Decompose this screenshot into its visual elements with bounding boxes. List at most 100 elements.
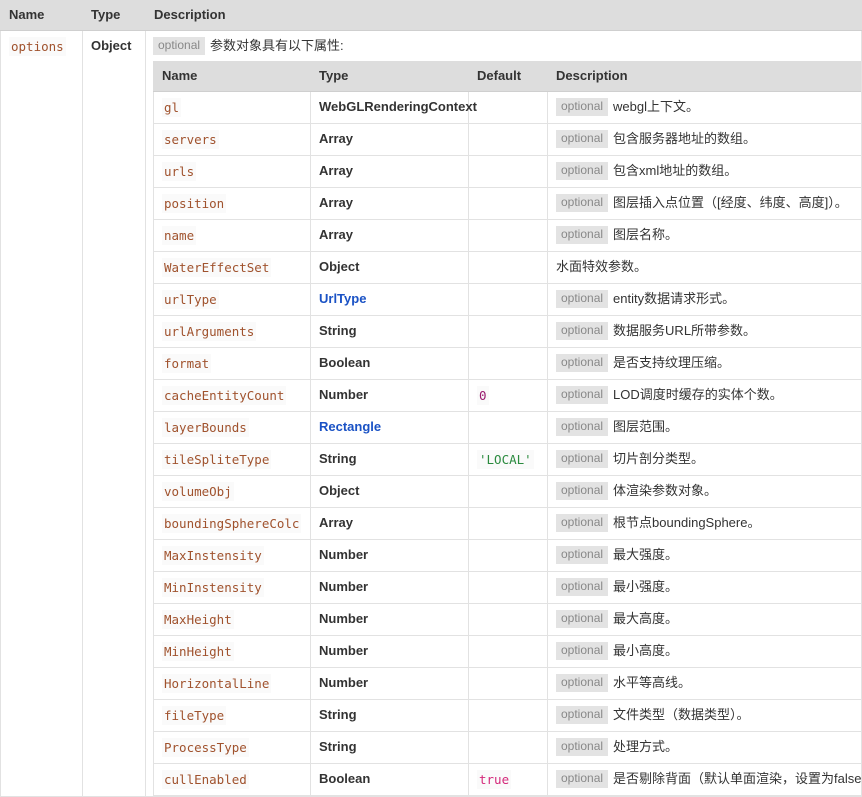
optional-badge: optional (556, 130, 608, 148)
property-type-cell: String (311, 700, 469, 732)
property-description: 是否支持纹理压缩。 (613, 355, 730, 370)
optional-badge: optional (556, 546, 608, 564)
property-name-cell: MaxInstensity (154, 540, 311, 572)
outer-param-type-cell: Object (83, 31, 146, 797)
property-description-cell: optional图层插入点位置（[经度、纬度、高度]）。 (548, 188, 862, 220)
property-type: Object (319, 259, 359, 274)
outer-param-name-cell: options (1, 31, 83, 797)
property-name: ProcessType (162, 738, 249, 757)
table-row: position Array optional图层插入点位置（[经度、纬度、高度]）… (154, 188, 862, 220)
table-row: serversArrayoptional包含服务器地址的数组。 (154, 124, 862, 156)
property-description: 是否剔除背面（默认单面渲染，设置为false则为双面渲染）。 (613, 771, 862, 786)
property-description-cell: optional包含服务器地址的数组。 (548, 124, 862, 156)
table-row: volumeObjObjectoptional体渲染参数对象。 (154, 476, 862, 508)
property-description-cell: optional根节点boundingSphere。 (548, 508, 862, 540)
property-default-cell (469, 700, 548, 732)
property-name: fileType (162, 706, 226, 725)
property-name-cell: volumeObj (154, 476, 311, 508)
property-type: Boolean (319, 355, 370, 370)
property-description: 水面特效参数。 (556, 259, 647, 274)
property-type-cell: String (311, 316, 469, 348)
param-name: options (9, 37, 66, 56)
property-name: tileSpliteType (162, 450, 271, 469)
property-name-cell: MaxHeight (154, 604, 311, 636)
optional-badge: optional (153, 37, 205, 55)
table-row: MinHeight Number optional 最小高度。 (154, 636, 862, 668)
property-name-cell: format (154, 348, 311, 380)
optional-badge: optional (556, 578, 608, 596)
optional-badge: optional (556, 98, 608, 116)
property-type-cell: Number (311, 604, 469, 636)
property-default-cell (469, 284, 548, 316)
property-type-cell: Array (311, 188, 469, 220)
property-description: 最小高度。 (613, 643, 678, 658)
property-description: entity数据请求形式。 (613, 291, 735, 306)
outer-param-description-cell: optional参数对象具有以下属性: Name Type Default De… (146, 31, 862, 797)
property-type-cell: Array (311, 124, 469, 156)
inner-column-header-default: Default (469, 62, 548, 92)
property-name: HorizontalLine (162, 674, 271, 693)
optional-badge: optional (556, 642, 608, 660)
property-description-cell: optional 最小强度。 (548, 572, 862, 604)
property-description-cell: optional数据服务URL所带参数。 (548, 316, 862, 348)
property-type-cell: UrlType (311, 284, 469, 316)
optional-badge: optional (556, 322, 608, 340)
optional-badge: optional (556, 770, 608, 788)
property-name-cell: MinHeight (154, 636, 311, 668)
property-type: String (319, 451, 357, 466)
outer-column-header-description: Description (146, 1, 862, 31)
optional-badge: optional (556, 450, 608, 468)
inner-header-row: Name Type Default Description (154, 62, 862, 92)
table-row: MinInstensity Number optional 最小强度。 (154, 572, 862, 604)
table-row: cullEnabledBooleantrueoptional是否剔除背面（默认单… (154, 764, 862, 796)
optional-badge: optional (556, 290, 608, 308)
inner-column-header-name: Name (154, 62, 311, 92)
property-default-cell: 0 (469, 380, 548, 412)
property-type: Number (319, 643, 368, 658)
property-type-cell: Number (311, 668, 469, 700)
table-row: WaterEffectSetObject水面特效参数。 (154, 252, 862, 284)
property-description: 最小强度。 (613, 579, 678, 594)
property-name: MinInstensity (162, 578, 264, 597)
property-name-cell: boundingSphereColc (154, 508, 311, 540)
property-description: 体渲染参数对象。 (613, 483, 717, 498)
property-type-cell: Array (311, 156, 469, 188)
property-type-link[interactable]: UrlType (319, 291, 366, 306)
property-name-cell: position (154, 188, 311, 220)
property-description-cell: optional图层范围。 (548, 412, 862, 444)
property-description: 文件类型（数据类型）。 (613, 707, 750, 722)
outer-table-body: options Object optional参数对象具有以下属性: Name … (1, 31, 862, 797)
property-description-cell: optional包含xml地址的数组。 (548, 156, 862, 188)
property-type: Number (319, 675, 368, 690)
inner-table-head: Name Type Default Description (154, 62, 862, 92)
property-description: 最大高度。 (613, 611, 678, 626)
optional-badge: optional (556, 162, 608, 180)
property-name-cell: HorizontalLine (154, 668, 311, 700)
table-row: urlArgumentsString optional数据服务URL所带参数。 (154, 316, 862, 348)
property-name: layerBounds (162, 418, 249, 437)
property-name: position (162, 194, 226, 213)
inner-column-header-description: Description (548, 62, 862, 92)
property-default-cell (469, 604, 548, 636)
property-default-cell (469, 508, 548, 540)
property-type-cell: Number (311, 540, 469, 572)
property-description-cell: optional entity数据请求形式。 (548, 284, 862, 316)
table-row: nameArrayoptional图层名称。 (154, 220, 862, 252)
property-default-cell (469, 476, 548, 508)
property-default-value: 0 (477, 386, 489, 405)
property-description-cell: optional切片剖分类型。 (548, 444, 862, 476)
property-description: 水平等高线。 (613, 675, 691, 690)
property-type-cell: Number (311, 572, 469, 604)
property-name-cell: urlArguments (154, 316, 311, 348)
property-name-cell: MinInstensity (154, 572, 311, 604)
property-name: cacheEntityCount (162, 386, 286, 405)
property-description-cell: optional水平等高线。 (548, 668, 862, 700)
property-default-cell (469, 156, 548, 188)
property-description-cell: optional是否支持纹理压缩。 (548, 348, 862, 380)
property-type: Array (319, 515, 353, 530)
property-description-cell: optional最大强度。 (548, 540, 862, 572)
property-type: WebGLRenderingContext (319, 99, 477, 114)
property-default-cell (469, 220, 548, 252)
property-type-link[interactable]: Rectangle (319, 419, 381, 434)
nested-properties-table: Name Type Default Description glWebGLRen… (153, 61, 862, 796)
